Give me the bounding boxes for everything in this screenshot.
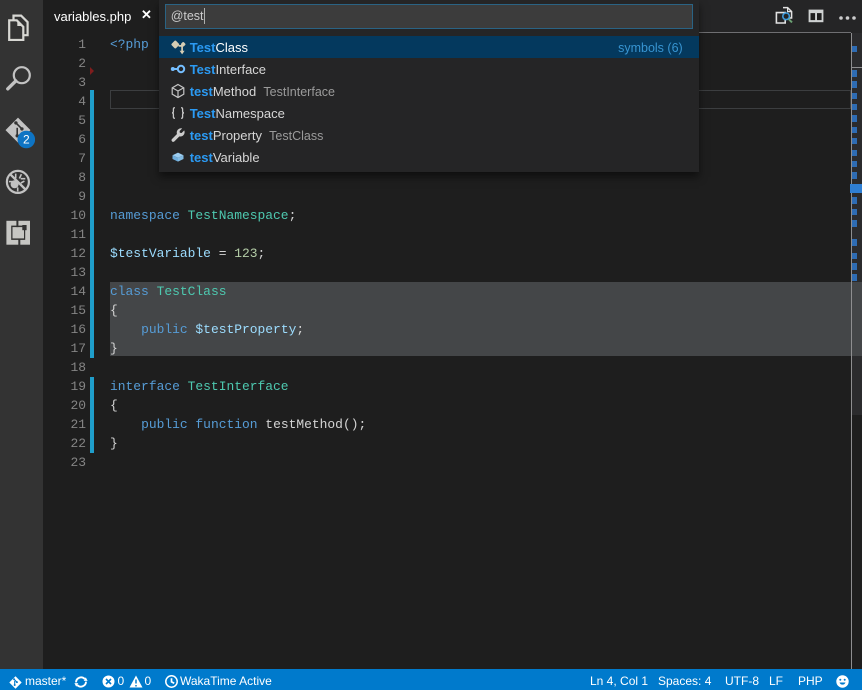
svg-text:2: 2 [23, 133, 30, 147]
